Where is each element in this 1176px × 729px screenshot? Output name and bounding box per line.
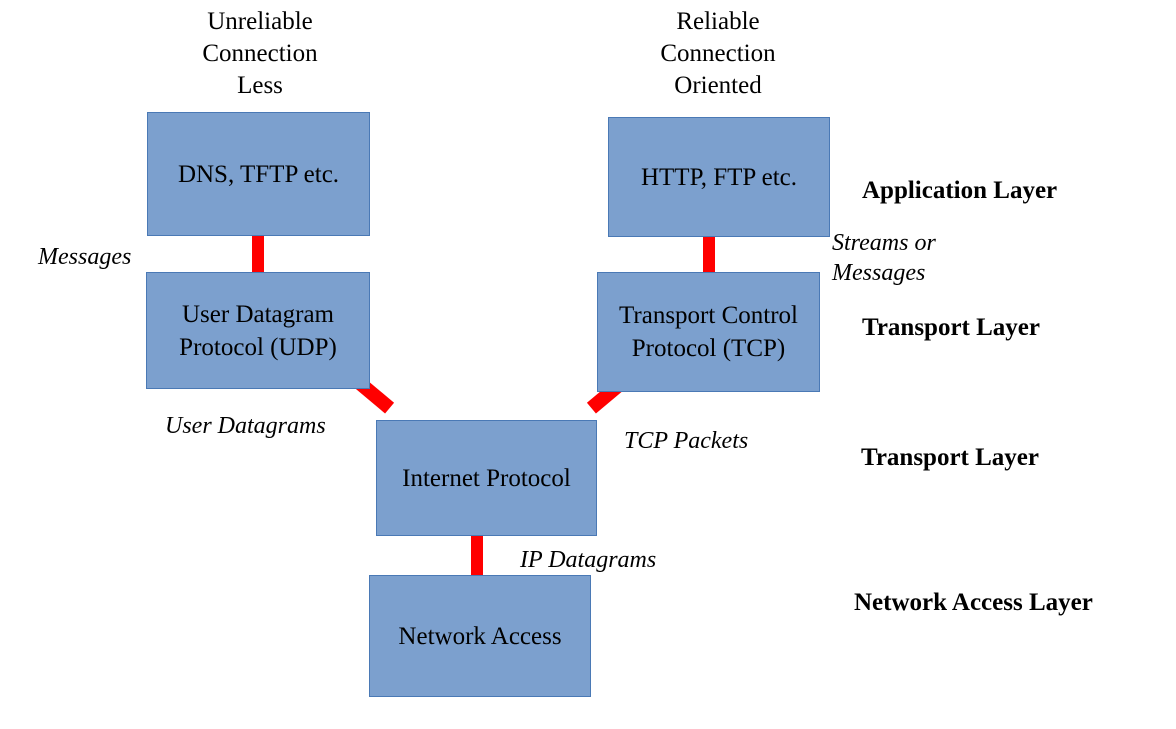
diagram-canvas: Unreliable Connection Less Reliable Conn… (0, 0, 1176, 729)
unit-label-ip-datagrams: IP Datagrams (520, 547, 657, 573)
box-udp-label: User Datagram Protocol (UDP) (179, 300, 337, 361)
layer-label-internet: Transport Layer (861, 444, 1039, 471)
box-tcp-label: Transport Control Protocol (TCP) (619, 302, 798, 362)
box-http-ftp-label: HTTP, FTP etc. (640, 163, 798, 191)
box-network-access-label: Network Access (398, 623, 562, 650)
box-http-ftp[interactable]: HTTP, FTP etc. (608, 117, 830, 237)
unit-label-messages: Messages (38, 244, 132, 270)
unit-label-user-datagrams: User Datagrams (165, 413, 326, 439)
box-dns-tftp-label: DNS, TFTP etc. (177, 160, 340, 188)
layer-label-transport: Transport Layer (862, 314, 1040, 341)
unit-label-tcp-packets: TCP Packets (624, 428, 749, 454)
box-tcp[interactable]: Transport Control Protocol (TCP) (597, 272, 820, 392)
column-heading-reliable: Reliable Connection Oriented (660, 8, 776, 99)
box-network-access[interactable]: Network Access (369, 575, 591, 697)
box-udp[interactable]: User Datagram Protocol (UDP) (146, 272, 370, 389)
box-internet-protocol[interactable]: Internet Protocol (376, 420, 597, 536)
connector-ip-to-network-access (471, 530, 483, 578)
unit-label-streams-or-messages: Streams or Messages (832, 230, 936, 286)
box-internet-protocol-label: Internet Protocol (402, 464, 571, 492)
column-heading-unreliable: Unreliable Connection Less (202, 8, 318, 99)
box-dns-tftp[interactable]: DNS, TFTP etc. (147, 112, 370, 236)
layer-label-network-access: Network Access Layer (854, 589, 1093, 616)
layer-label-application: Application Layer (862, 177, 1058, 204)
